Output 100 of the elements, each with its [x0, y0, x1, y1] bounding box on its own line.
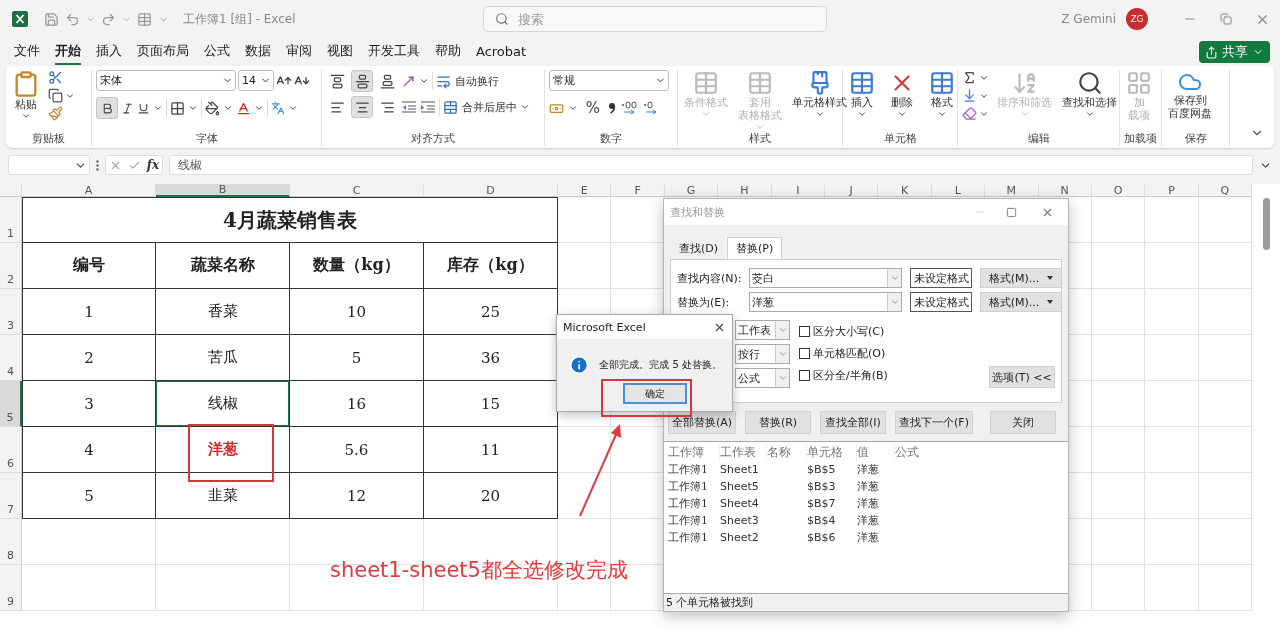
column-header[interactable]: P — [1145, 184, 1199, 197]
empty-cell[interactable] — [1145, 243, 1199, 289]
empty-cell[interactable] — [1198, 565, 1253, 611]
font-size-field[interactable]: 14 — [238, 70, 274, 91]
column-header[interactable]: O — [1091, 184, 1146, 197]
column-header[interactable]: F — [611, 184, 665, 197]
column-header[interactable]: M — [985, 184, 1039, 197]
empty-cell[interactable] — [1145, 381, 1199, 427]
form-icon[interactable] — [137, 11, 152, 27]
save-icon[interactable] — [44, 11, 59, 27]
row-header[interactable]: 7 — [0, 473, 22, 519]
percent-button[interactable]: % — [582, 97, 604, 119]
caret-icon[interactable] — [857, 109, 867, 119]
table-cell[interactable]: 16 — [290, 381, 424, 427]
table-cell[interactable]: 3 — [22, 381, 156, 427]
redo-icon[interactable] — [101, 11, 116, 27]
underline-icon[interactable] — [137, 101, 150, 115]
share-button[interactable]: 共享 — [1199, 41, 1270, 63]
dialog-tab[interactable]: 查找(D) — [670, 237, 728, 259]
column-header[interactable]: N — [1038, 184, 1092, 197]
results-column-header[interactable]: 公式 — [895, 444, 955, 461]
empty-cell[interactable] — [1091, 243, 1146, 289]
caret-icon[interactable] — [153, 103, 163, 113]
checkbox[interactable] — [799, 325, 810, 337]
table-cell[interactable]: 苦瓜 — [156, 335, 290, 381]
menu-tab[interactable]: 页面布局 — [137, 39, 189, 65]
indent-icon[interactable] — [420, 100, 436, 114]
empty-cell[interactable] — [1091, 427, 1146, 473]
borders-icon[interactable] — [170, 100, 185, 116]
column-header[interactable]: Q — [1198, 184, 1253, 197]
column-header[interactable]: D — [424, 184, 558, 197]
restore-icon[interactable] — [1220, 13, 1232, 25]
undo-icon[interactable] — [65, 11, 80, 27]
outdent-icon[interactable] — [401, 100, 417, 114]
formula-field[interactable]: 线椒 — [169, 155, 1253, 175]
caret-icon[interactable] — [568, 103, 578, 113]
empty-cell[interactable] — [1145, 565, 1199, 611]
caret-icon[interactable] — [419, 76, 429, 86]
input-field[interactable]: 茭白 — [749, 268, 902, 288]
results-column-header[interactable]: 单元格 — [807, 444, 857, 461]
row-header[interactable]: 6 — [0, 427, 22, 473]
column-header[interactable]: I — [771, 184, 825, 197]
table-cell[interactable]: 韭菜 — [156, 473, 290, 519]
table-cell[interactable]: 11 — [424, 427, 558, 473]
number-format-field[interactable]: 常规 — [549, 70, 669, 91]
empty-cell[interactable] — [1198, 427, 1253, 473]
empty-cell[interactable] — [156, 519, 290, 565]
caret-icon[interactable] — [1084, 109, 1095, 119]
menu-tab[interactable]: 插入 — [96, 39, 122, 65]
menu-tab[interactable]: 帮助 — [435, 39, 461, 65]
insert-function-button[interactable]: fx — [146, 158, 160, 172]
sum-icon[interactable] — [962, 70, 977, 85]
empty-cell[interactable] — [1091, 473, 1146, 519]
dialog-button[interactable]: 查找下一个(F) — [895, 410, 973, 434]
table-cell[interactable]: 5.6 — [290, 427, 424, 473]
format-button[interactable]: 格式(M)... — [980, 268, 1062, 288]
column-header[interactable]: E — [558, 184, 612, 197]
cloud-save-button[interactable]: 保存到 百度网盘 — [1166, 70, 1214, 120]
caret-icon[interactable] — [188, 103, 198, 113]
empty-cell[interactable] — [558, 427, 612, 473]
column-header[interactable]: H — [718, 184, 772, 197]
dropdown-arrow-icon[interactable] — [1047, 276, 1054, 280]
cells-button[interactable]: 插入 — [847, 70, 877, 119]
input-field[interactable]: 洋葱 — [749, 292, 902, 312]
checkbox[interactable] — [799, 347, 810, 359]
merge-center-button[interactable]: 合并后居中 — [443, 96, 517, 118]
wrap-text-button[interactable]: 自动换行 — [436, 70, 499, 92]
font-color-icon[interactable] — [236, 100, 251, 116]
menu-tab[interactable]: 文件 — [14, 39, 40, 65]
cells-button[interactable]: 格式 — [927, 70, 957, 119]
empty-cell[interactable] — [1091, 565, 1146, 611]
comma-icon[interactable] — [608, 101, 616, 115]
column-header[interactable]: C — [290, 184, 424, 197]
dropdown-arrow-icon[interactable] — [1047, 300, 1054, 304]
row-header[interactable]: 4 — [0, 335, 22, 381]
scissors-icon[interactable] — [48, 70, 63, 85]
style-button[interactable]: 单元格样式 — [790, 70, 849, 119]
empty-cell[interactable] — [558, 473, 612, 519]
row-header[interactable]: 1 — [0, 197, 22, 243]
search-field[interactable]: 搜索 — [483, 6, 827, 32]
avatar[interactable]: ZG — [1126, 8, 1148, 30]
table-cell[interactable]: 1 — [22, 289, 156, 335]
menu-tab[interactable]: Acrobat — [476, 40, 527, 64]
scrollbar-thumb[interactable] — [1262, 198, 1270, 250]
empty-cell[interactable] — [1198, 381, 1253, 427]
vertical-align-button[interactable] — [351, 70, 373, 92]
option-dropdown[interactable]: 公式 — [735, 368, 790, 388]
caret-icon[interactable] — [520, 102, 530, 112]
fill-color-icon[interactable] — [205, 100, 220, 116]
empty-cell[interactable] — [558, 197, 612, 243]
dialog-button[interactable]: 替换(R) — [745, 410, 811, 434]
empty-cell[interactable] — [1198, 473, 1253, 519]
eraser-icon[interactable] — [962, 106, 977, 121]
column-header[interactable]: B — [156, 184, 290, 197]
empty-cell[interactable] — [1198, 243, 1253, 289]
table-cell[interactable]: 线椒 — [156, 381, 290, 427]
copy-icon[interactable] — [48, 88, 63, 103]
empty-cell[interactable] — [558, 243, 612, 289]
dialog-button[interactable]: 查找全部(I) — [820, 410, 886, 434]
menu-tab[interactable]: 视图 — [327, 39, 353, 65]
